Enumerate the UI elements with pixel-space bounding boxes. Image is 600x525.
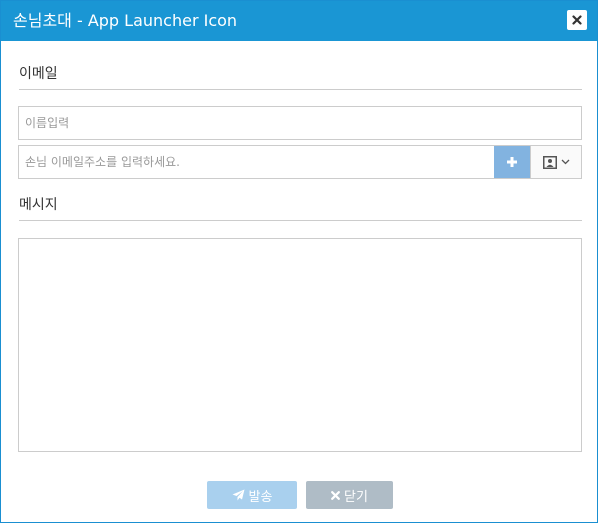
- paper-plane-icon: [232, 489, 245, 501]
- add-email-button[interactable]: [494, 146, 530, 178]
- dialog-title: 손님초대 - App Launcher Icon: [13, 11, 238, 30]
- contacts-dropdown-button[interactable]: [530, 146, 581, 178]
- plus-icon: [507, 157, 517, 167]
- message-textarea[interactable]: [18, 238, 582, 452]
- email-input[interactable]: [19, 146, 494, 178]
- email-section-divider: [19, 89, 582, 90]
- message-section-label: 메시지: [19, 197, 58, 213]
- name-input[interactable]: [18, 106, 582, 140]
- email-input-group: [18, 145, 582, 179]
- invite-guest-dialog: 손님초대 - App Launcher Icon 이메일 메시지: [0, 0, 598, 523]
- email-section-label: 이메일: [19, 66, 58, 82]
- contact-card-icon: [542, 155, 557, 169]
- close-button[interactable]: 닫기: [306, 481, 393, 509]
- close-button-label: 닫기: [344, 489, 368, 505]
- dialog-close-button[interactable]: [567, 10, 587, 30]
- send-button[interactable]: 발송: [207, 481, 297, 509]
- close-icon: [572, 15, 582, 25]
- send-button-label: 발송: [248, 489, 273, 505]
- x-icon: [331, 490, 340, 500]
- dialog-titlebar: 손님초대 - App Launcher Icon: [1, 1, 597, 41]
- message-section-divider: [19, 220, 582, 221]
- chevron-down-icon: [561, 159, 569, 165]
